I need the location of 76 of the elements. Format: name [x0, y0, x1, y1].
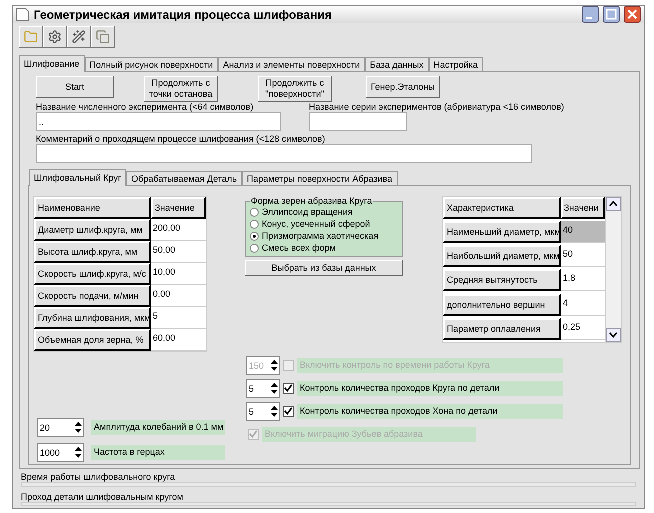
spin-field[interactable]: 1000 [37, 443, 84, 462]
tab[interactable]: База данных [365, 57, 429, 71]
tab[interactable]: Анализ и элементы поверхности [218, 57, 366, 71]
folder-icon [24, 30, 38, 44]
database-button[interactable]: Выбрать из базы данных [245, 260, 403, 276]
checkbox-label: Включить миграцию Зубьев абразива [262, 427, 476, 442]
input-field[interactable] [309, 112, 407, 131]
radio-option[interactable]: Эллипсоид вращения [250, 206, 398, 218]
toolbar-button[interactable] [19, 26, 43, 48]
action-button[interactable]: Продолжить с точки останова [144, 76, 218, 102]
tab[interactable]: Настройка [428, 57, 484, 71]
document-icon [16, 8, 30, 22]
table-cell[interactable]: 40 [561, 221, 605, 244]
checkbox-label: Контроль количества проходов Круга по детали [297, 381, 563, 396]
checkbox-label: Контроль количества проходов Хона по детали [297, 404, 563, 419]
pages-icon [96, 30, 110, 44]
input-field[interactable]: .. [36, 112, 281, 131]
toolbar-button[interactable] [67, 26, 91, 48]
row-header: Средняя вытянутость [443, 269, 561, 292]
radio-option[interactable]: Конус, усеченный сферой [250, 218, 398, 230]
tab[interactable]: Параметры поверхности Абразива [242, 171, 398, 185]
spin-arrows-icon[interactable] [74, 421, 83, 434]
action-button[interactable]: Продолжить с "поверхности" [258, 76, 332, 102]
row-header: Высота шлиф.круга, мм [34, 241, 151, 263]
tab[interactable]: Обрабатываемая Деталь [126, 171, 242, 185]
group-title: Форма зерен абразива Круга [250, 196, 374, 206]
row-header: Скорость шлиф.круга, м/с [34, 263, 151, 285]
gear-icon [48, 30, 62, 44]
field-label: Комментарий о проходящем процессе шлифования (<128 символов) [36, 134, 326, 144]
radio-button[interactable] [250, 208, 259, 216]
radio-option[interactable]: Призмограмма хаотическая [250, 230, 398, 242]
close-icon[interactable] [624, 6, 641, 23]
column-header: Значени [561, 197, 605, 219]
radio-button[interactable] [250, 232, 259, 240]
tab[interactable]: Шлифование [19, 55, 85, 72]
radio-option[interactable]: Смесь всех форм [250, 242, 398, 254]
window-title: Геометрическая имитация процесса шлифования [34, 8, 333, 22]
field-label: Название серии экспериментов (абривиатура <16 символов) [309, 102, 564, 112]
tab[interactable]: Полный рисунок поверхности [84, 57, 218, 71]
field-label: Название численного эксперимента (<64 символов) [36, 102, 255, 112]
tab[interactable]: Шлифовальный Круг [29, 169, 126, 186]
checkbox[interactable] [283, 406, 294, 417]
row-header: Наибольший диаметр, мкм [443, 245, 561, 268]
maximize-icon[interactable] [603, 6, 620, 23]
spin-label: Амплитуда колебаний в 0.1 мм [91, 420, 225, 435]
minimize-icon[interactable] [582, 6, 599, 23]
row-header: Параметр оплавления [443, 318, 561, 340]
row-header: Объемная доля зерна, % [34, 329, 151, 351]
radio-button[interactable] [250, 220, 259, 228]
scroll-up-icon[interactable] [606, 197, 621, 211]
spin-field[interactable]: 5 [246, 402, 280, 421]
row-header: дополнительно вершин [443, 294, 561, 316]
spin-arrows-icon[interactable] [270, 382, 279, 395]
column-header: Наименование [34, 197, 151, 219]
scrollbar[interactable] [605, 197, 621, 342]
progress-label: Время работы шлифовального круга [20, 471, 176, 482]
toolbar-button[interactable] [91, 26, 115, 48]
row-header: Диаметр шлиф.круга, мм [34, 219, 151, 241]
action-button[interactable]: Генер.Эталоны [366, 76, 440, 98]
input-field[interactable] [36, 144, 532, 163]
spin-label: Частота в герцах [91, 445, 225, 460]
spin-field[interactable]: 5 [246, 379, 280, 398]
toolbar-button[interactable] [43, 26, 67, 48]
column-header: Значение [151, 197, 206, 219]
radio-button[interactable] [250, 244, 259, 252]
scroll-down-icon[interactable] [606, 328, 621, 342]
action-button[interactable]: Start [36, 76, 114, 98]
spin-arrows-icon[interactable] [270, 405, 279, 418]
row-header: Скорость подачи, м/мин [34, 285, 151, 307]
spin-arrows-icon[interactable] [74, 446, 83, 459]
column-header: Характеристика [443, 197, 561, 219]
progress-label: Проход детали шлифовальным кругом [20, 490, 184, 502]
spin-field[interactable]: 20 [37, 418, 84, 437]
wand-icon [72, 30, 86, 44]
checkbox-label: Включить контроль по времени работы Круга [297, 358, 563, 373]
checkbox[interactable] [283, 383, 294, 394]
